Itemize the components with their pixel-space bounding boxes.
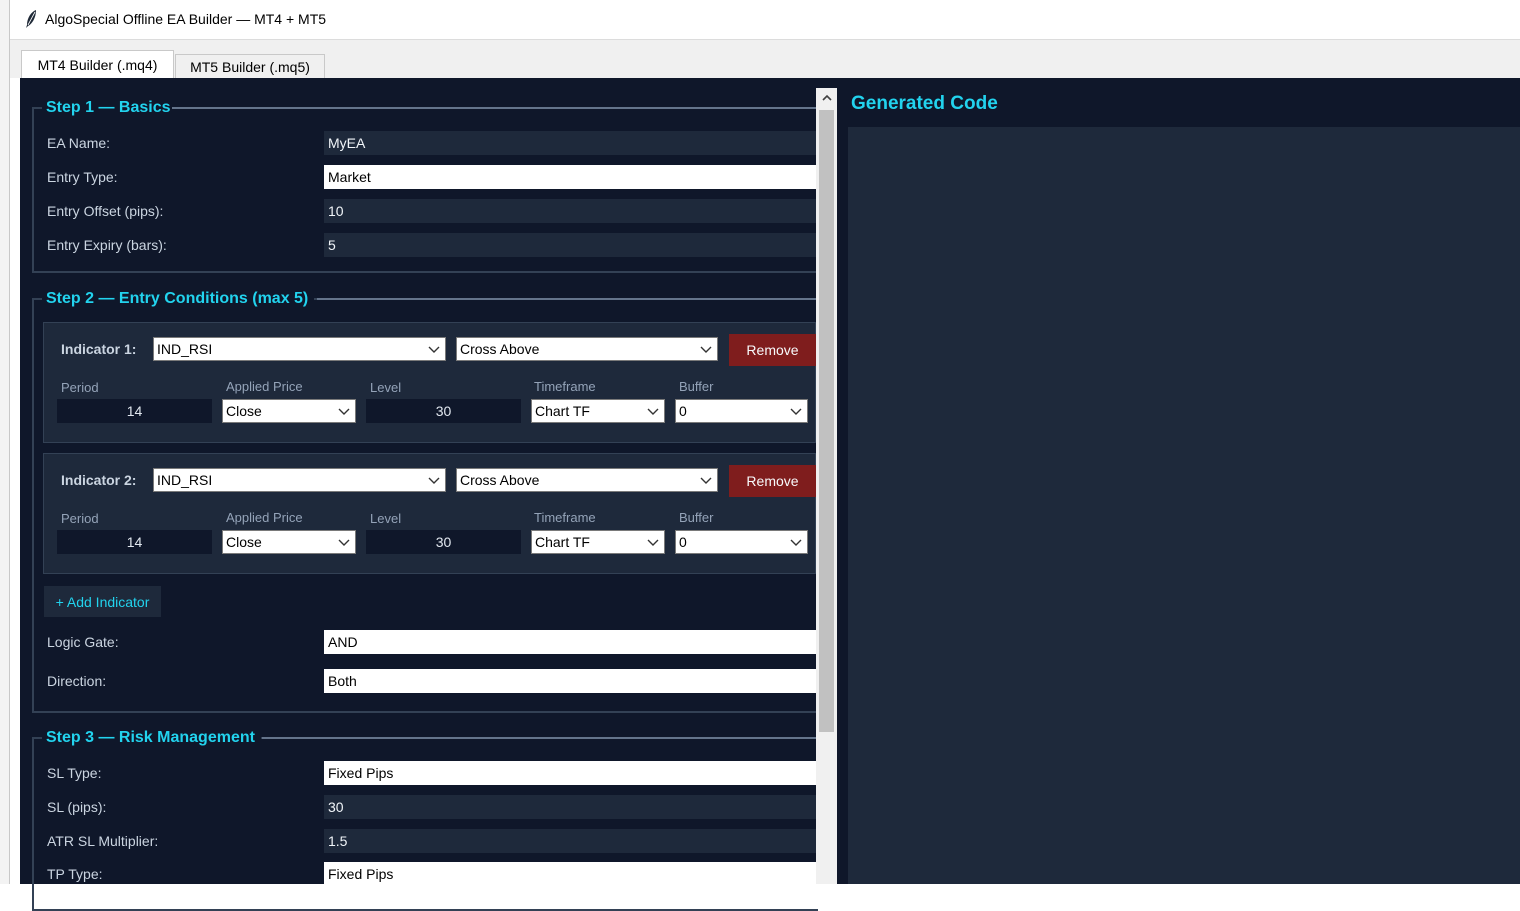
logic-gate-select[interactable]: AND [324,630,816,654]
atr-sl-multiplier-label: ATR SL Multiplier: [47,833,159,849]
atr-sl-multiplier-input[interactable]: 1.5 [324,829,816,853]
indicator-1-remove-button[interactable]: Remove [729,334,816,366]
indicator-1-condition-value: Cross Above [460,341,540,357]
indicator-1-timeframe-label: Timeframe [534,379,596,394]
chevron-down-icon [338,408,350,415]
add-indicator-button[interactable]: + Add Indicator [44,586,161,617]
indicator-1-applied-price-value: Close [226,403,262,419]
indicator-2-period-input[interactable]: 14 [57,530,212,554]
title-bar: AlgoSpecial Offline EA Builder — MT4 + M… [10,0,1520,40]
indicator-1-level-label: Level [370,380,402,395]
step1-title: Step 1 — Basics [42,98,177,118]
indicator-1-level-input[interactable]: 30 [366,399,521,423]
ea-name-label: EA Name: [47,135,111,151]
chevron-down-icon [428,477,440,484]
indicator-2-applied-price-label: Applied Price [226,510,303,525]
tp-type-label: TP Type: [47,866,103,882]
entry-offset-label: Entry Offset (pips): [47,203,164,219]
logic-gate-label: Logic Gate: [47,634,119,650]
sl-pips-input[interactable]: 30 [324,795,816,819]
indicator-2-label: Indicator 2: [61,472,137,488]
indicator-2-condition-select[interactable]: Cross Above [456,468,718,492]
chevron-down-icon [700,477,712,484]
entry-expiry-input[interactable]: 5 [324,233,816,257]
indicator-2-timeframe-select[interactable]: Chart TF [531,530,665,554]
indicator-2-period-label: Period [61,511,99,526]
direction-label: Direction: [47,673,107,689]
indicator-2-timeframe-label: Timeframe [534,510,596,525]
indicator-1-period-input[interactable]: 14 [57,399,212,423]
chevron-up-icon [821,94,832,101]
step2-rule [317,298,816,300]
tab-bar: MT4 Builder (.mq4) MT5 Builder (.mq5) [10,40,1520,78]
indicator-1-buffer-value: 0 [679,403,687,419]
indicator-1-buffer-label: Buffer [679,379,714,394]
chevron-down-icon [647,539,659,546]
indicator-1-timeframe-select[interactable]: Chart TF [531,399,665,423]
indicator-1-type-select[interactable]: IND_RSI [153,337,446,361]
entry-offset-input[interactable]: 10 [324,199,816,223]
generated-code-textarea[interactable] [848,127,1520,884]
chevron-down-icon [338,539,350,546]
step2-title: Step 2 — Entry Conditions (max 5) [42,289,315,309]
indicator-2-remove-button[interactable]: Remove [729,465,816,497]
tab-mt5-builder[interactable]: MT5 Builder (.mq5) [175,54,325,78]
indicator-2-timeframe-value: Chart TF [535,534,590,550]
indicator-2-buffer-label: Buffer [679,510,714,525]
indicator-2-type-select[interactable]: IND_RSI [153,468,446,492]
chevron-down-icon [428,346,440,353]
chevron-down-icon [790,408,802,415]
entry-type-select[interactable]: Market [324,165,816,189]
indicator-1-applied-price-select[interactable]: Close [222,399,356,423]
window-title: AlgoSpecial Offline EA Builder — MT4 + M… [45,11,327,27]
sl-type-select[interactable]: Fixed Pips [324,761,816,785]
feather-icon [26,10,36,28]
entry-expiry-label: Entry Expiry (bars): [47,237,167,253]
indicator-1-period-label: Period [61,380,99,395]
indicator-1-applied-price-label: Applied Price [226,379,303,394]
chevron-down-icon [700,346,712,353]
entry-type-label: Entry Type: [47,169,118,185]
generated-code-title: Generated Code [851,93,998,114]
indicator-2-applied-price-value: Close [226,534,262,550]
chevron-down-icon [647,408,659,415]
indicator-2-applied-price-select[interactable]: Close [222,530,356,554]
sl-pips-label: SL (pips): [47,799,107,815]
indicator-2-level-input[interactable]: 30 [366,530,521,554]
indicator-2-buffer-value: 0 [679,534,687,550]
scroll-up-button[interactable] [816,88,837,108]
chevron-down-icon [790,539,802,546]
tp-type-select[interactable]: Fixed Pips [324,862,816,886]
tab-mt4-builder[interactable]: MT4 Builder (.mq4) [21,50,174,78]
indicator-1-label: Indicator 1: [61,341,137,357]
indicator-1-condition-select[interactable]: Cross Above [456,337,718,361]
indicator-1-buffer-select[interactable]: 0 [675,399,808,423]
indicator-1-type-value: IND_RSI [157,341,213,357]
scroll-thumb[interactable] [819,110,834,732]
indicator-1-timeframe-value: Chart TF [535,403,590,419]
direction-select[interactable]: Both [324,669,816,693]
ea-name-input[interactable]: MyEA [324,131,816,155]
step1-rule [172,107,816,109]
sl-type-label: SL Type: [47,765,102,781]
window-left-edge [0,0,10,884]
step3-title: Step 3 — Risk Management [42,728,261,748]
form-scrollbar[interactable] [816,88,837,884]
step3-rule [262,737,816,739]
indicator-2-buffer-select[interactable]: 0 [675,530,808,554]
indicator-2-type-value: IND_RSI [157,472,213,488]
indicator-2-level-label: Level [370,511,402,526]
indicator-2-condition-value: Cross Above [460,472,540,488]
